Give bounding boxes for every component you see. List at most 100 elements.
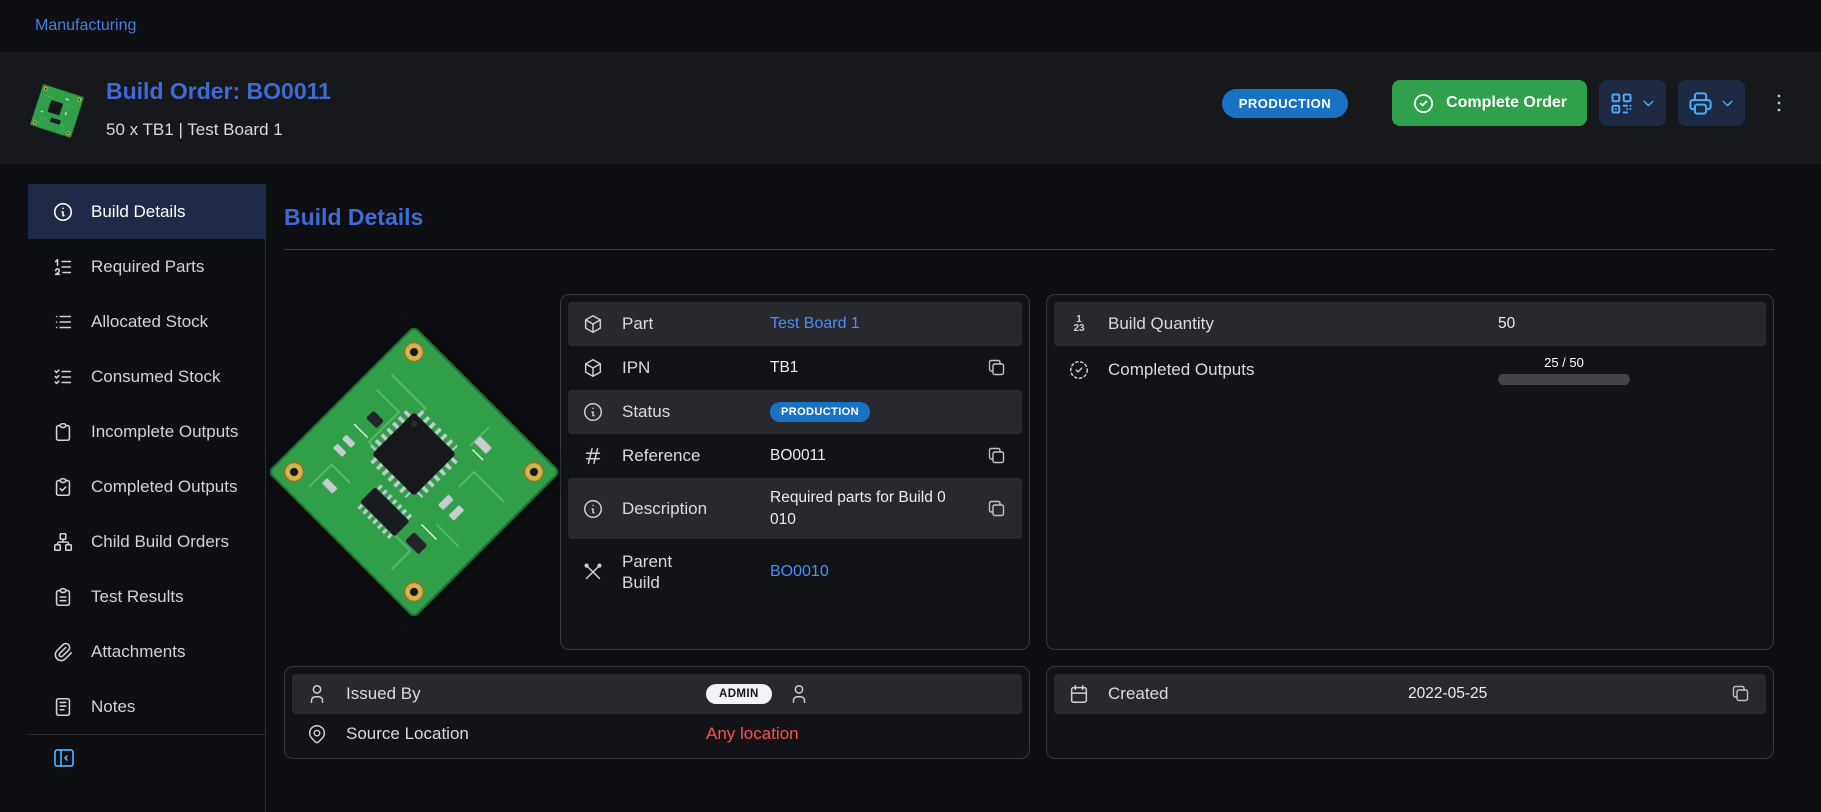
sitemap-icon [52, 531, 74, 553]
progress-check-icon [1068, 359, 1090, 381]
dots-vertical-icon [1767, 91, 1791, 115]
created-panel: Created 2022-05-25 [1046, 666, 1774, 759]
detail-row-reference: Reference BO0011 [568, 434, 1022, 478]
report-icon [52, 586, 74, 608]
page-header: Build Order: BO0011 50 x TB1 | Test Boar… [0, 52, 1821, 164]
status-badge: PRODUCTION [1222, 89, 1348, 118]
map-pin-icon [306, 723, 328, 745]
sidebar-item-label: Incomplete Outputs [91, 422, 238, 442]
hash-icon [582, 445, 604, 467]
progress-bar [1498, 374, 1630, 385]
build-details-panel: Part Test Board 1 IPN TB1 Status PRODUCT… [560, 294, 1030, 650]
user-icon [306, 683, 328, 705]
description-value: Required parts for Build 0010 [770, 487, 952, 530]
list-icon [52, 311, 74, 333]
page-subtitle: 50 x TB1 | Test Board 1 [106, 120, 331, 140]
sidebar-item-label: Child Build Orders [91, 532, 229, 552]
completed-outputs-label: Completed Outputs [1108, 359, 1498, 380]
breadcrumb-manufacturing[interactable]: Manufacturing [35, 17, 136, 35]
barcode-actions-button[interactable] [1599, 80, 1666, 126]
sidebar-item-label: Attachments [91, 642, 186, 662]
circle-check-icon [1412, 92, 1435, 115]
parent-build-link[interactable]: BO0010 [770, 563, 829, 581]
sidebar-item-label: Allocated Stock [91, 312, 208, 332]
sidebar-item-label: Required Parts [91, 257, 204, 277]
sidebar-item-notes[interactable]: Notes [28, 679, 265, 734]
copy-button[interactable] [986, 445, 1008, 467]
completed-outputs-progress: 25 / 50 [1498, 355, 1630, 385]
complete-order-label: Complete Order [1446, 94, 1567, 112]
chevron-down-icon [1640, 95, 1657, 112]
sidebar-item-completed-outputs[interactable]: Completed Outputs [28, 459, 265, 514]
sidebar-item-allocated-stock[interactable]: Allocated Stock [28, 294, 265, 349]
copy-button[interactable] [986, 498, 1008, 520]
part-image[interactable] [284, 294, 544, 650]
build-order-page: Manufacturing Build Order: B [0, 0, 1821, 812]
numbers-123-icon: 123 [1068, 313, 1090, 335]
detail-label: Reference [622, 445, 770, 466]
sidebar-item-attachments[interactable]: Attachments [28, 624, 265, 679]
info-circle-icon [582, 401, 604, 423]
source-location-row: Source Location Any location [292, 714, 1022, 754]
collapse-sidebar-button[interactable] [52, 746, 76, 770]
pcb-image-small [29, 83, 84, 138]
info-circle-icon [52, 201, 74, 223]
copy-button[interactable] [986, 357, 1008, 379]
part-thumbnail[interactable] [30, 84, 84, 138]
clipboard-check-icon [52, 476, 74, 498]
info-circle-icon [582, 498, 604, 520]
detail-row-description: Description Required parts for Build 001… [568, 478, 1022, 539]
tools-icon [582, 561, 604, 583]
list-numbers-icon [52, 256, 74, 278]
part-link[interactable]: Test Board 1 [770, 315, 860, 333]
sidebar-item-label: Test Results [91, 587, 184, 607]
header-actions: PRODUCTION Complete Order [1222, 72, 1793, 126]
breadcrumb: Manufacturing [0, 0, 1821, 52]
sidebar-item-incomplete-outputs[interactable]: Incomplete Outputs [28, 404, 265, 459]
build-quantity-value: 50 [1498, 315, 1515, 333]
progress-label: 25 / 50 [1544, 355, 1584, 370]
printer-icon [1687, 90, 1714, 117]
sidebar-item-build-details[interactable]: Build Details [28, 184, 265, 239]
page-title: Build Order: BO0011 [106, 78, 331, 105]
sidebar-item-child-build-orders[interactable]: Child Build Orders [28, 514, 265, 569]
detail-label: Part [622, 313, 770, 334]
box-icon [582, 357, 604, 379]
sidebar-item-consumed-stock[interactable]: Consumed Stock [28, 349, 265, 404]
status-badge: PRODUCTION [770, 402, 870, 422]
calendar-icon [1068, 683, 1090, 705]
details-grid: Part Test Board 1 IPN TB1 Status PRODUCT… [284, 294, 1774, 759]
copy-button[interactable] [1730, 683, 1752, 705]
sidebar-item-test-results[interactable]: Test Results [28, 569, 265, 624]
issued-by-badge: ADMIN [706, 684, 772, 704]
chevron-down-icon [1719, 95, 1736, 112]
complete-order-button[interactable]: Complete Order [1392, 80, 1587, 126]
clipboard-icon [52, 421, 74, 443]
created-row: Created 2022-05-25 [1054, 674, 1766, 714]
notes-icon [52, 696, 74, 718]
detail-row-part: Part Test Board 1 [568, 302, 1022, 346]
main-content: Build Details [266, 184, 1821, 812]
section-title: Build Details [284, 204, 1774, 231]
sidebar-item-label: Completed Outputs [91, 477, 237, 497]
source-location-value: Any location [706, 724, 799, 744]
source-location-label: Source Location [346, 723, 706, 744]
created-label: Created [1108, 683, 1408, 704]
build-quantity-label: Build Quantity [1108, 313, 1498, 334]
more-actions-button[interactable] [1765, 80, 1793, 126]
build-quantity-panel: 123 Build Quantity 50 Completed Outputs … [1046, 294, 1774, 650]
issued-by-row: Issued By ADMIN [292, 674, 1022, 714]
sidebar-collapse-icon [52, 746, 76, 770]
detail-label: Description [622, 498, 770, 519]
header-titles: Build Order: BO0011 50 x TB1 | Test Boar… [106, 78, 331, 140]
sidebar-item-required-parts[interactable]: Required Parts [28, 239, 265, 294]
created-value: 2022-05-25 [1408, 685, 1487, 703]
user-icon [788, 683, 810, 705]
print-actions-button[interactable] [1678, 80, 1745, 126]
reference-value: BO0011 [770, 447, 826, 465]
detail-label: Parent Build [622, 551, 770, 594]
box-icon [582, 313, 604, 335]
detail-row-parent-build: Parent Build BO0010 [568, 539, 1022, 605]
build-quantity-row: 123 Build Quantity 50 [1054, 302, 1766, 346]
pcb-image-large [264, 322, 564, 622]
